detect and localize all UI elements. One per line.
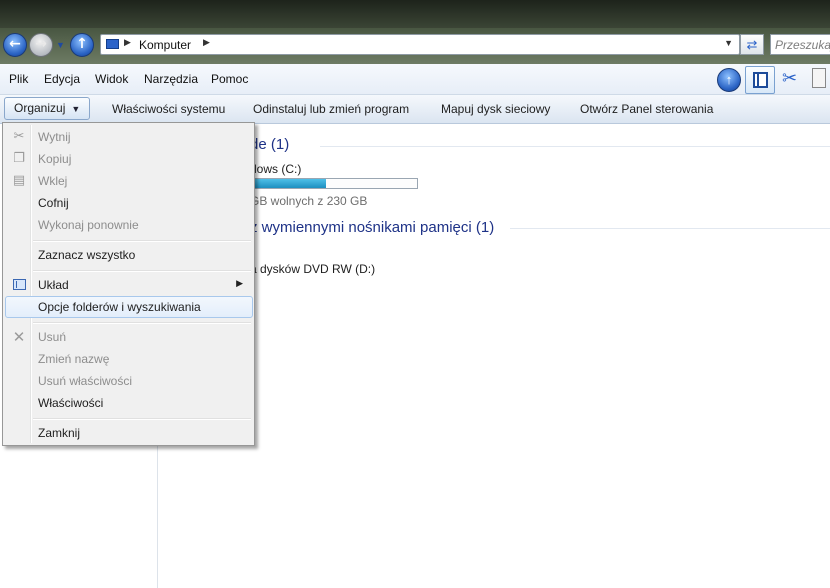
- uninstall-program-button[interactable]: Odinstaluj lub zmień program: [253, 102, 409, 116]
- copy-icon: ❐: [13, 151, 25, 166]
- preview-pane-button[interactable]: [745, 66, 775, 94]
- menu-item-cut[interactable]: ✂ Wytnij: [5, 126, 253, 148]
- computer-icon: [106, 39, 119, 49]
- removable-group-header[interactable]: z wymiennymi nośnikami pamięci (1): [250, 219, 494, 236]
- menu-item-delete[interactable]: ✕ Usuń: [5, 326, 253, 348]
- layout-icon: [13, 279, 26, 290]
- scissors-icon: ✂: [13, 129, 25, 144]
- menu-item-select-all[interactable]: Zaznacz wszystko: [5, 244, 253, 266]
- organize-menu: ✂ Wytnij ❐ Kopiuj ▤ Wklej Cofnij Wykonaj…: [2, 122, 255, 446]
- system-properties-button[interactable]: Właściwości systemu: [112, 102, 225, 116]
- up-arrow-icon[interactable]: ↑: [717, 68, 741, 92]
- drive-c-label[interactable]: dows (C:): [250, 162, 301, 176]
- menu-bar: Plik Edycja Widok Narzędzia Pomoc: [0, 64, 830, 95]
- hard-drives-group-header[interactable]: de (1): [250, 136, 289, 153]
- address-bar[interactable]: ▶ Komputer ▶ ▼: [100, 34, 740, 55]
- menu-help[interactable]: Pomoc: [211, 72, 248, 86]
- menu-item-properties[interactable]: Właściwości: [5, 392, 253, 414]
- menu-item-label: Wytnij: [38, 130, 71, 144]
- open-control-panel-button[interactable]: Otwórz Panel sterowania: [580, 102, 713, 116]
- menu-item-label: Usuń: [38, 330, 67, 344]
- breadcrumb-arrow-icon[interactable]: ▶: [124, 37, 131, 48]
- search-input[interactable]: Przeszukaj: [770, 34, 830, 55]
- map-network-drive-button[interactable]: Mapuj dysk sieciowy: [441, 102, 550, 116]
- menu-item-label: Opcje folderów i wyszukiwania: [38, 300, 201, 314]
- menu-item-remove-properties[interactable]: Usuń właściwości: [5, 370, 253, 392]
- menu-item-label: Kopiuj: [38, 152, 72, 166]
- menu-item-paste[interactable]: ▤ Wklej: [5, 170, 253, 192]
- menu-item-label: Układ: [38, 278, 69, 292]
- breadcrumb-computer[interactable]: Komputer: [139, 38, 191, 52]
- menu-item-label: Zamknij: [38, 426, 81, 440]
- delete-icon: ✕: [12, 328, 26, 346]
- drive-c-usage-bar: [250, 178, 418, 189]
- clipboard-icon: ▤: [12, 173, 26, 188]
- address-dropdown-icon[interactable]: ▼: [724, 38, 733, 48]
- group-divider: [510, 228, 830, 229]
- menu-item-rename[interactable]: Zmień nazwę: [5, 348, 253, 370]
- breadcrumb-arrow-icon[interactable]: ▶: [203, 37, 210, 48]
- menu-item-layout[interactable]: Układ ▶: [5, 274, 253, 296]
- menu-separator: [33, 240, 251, 242]
- menu-item-label: Zmień nazwę: [38, 352, 110, 366]
- menu-file[interactable]: Plik: [9, 72, 28, 86]
- menu-item-label: Wykonaj ponownie: [38, 218, 139, 232]
- drive-c-usage-fill: [251, 179, 326, 188]
- title-bar-background: [0, 0, 830, 28]
- back-button[interactable]: ←: [3, 33, 27, 57]
- menu-item-close[interactable]: Zamknij: [5, 422, 253, 444]
- refresh-button[interactable]: ⇄: [740, 34, 764, 55]
- menu-tools[interactable]: Narzędzia: [144, 72, 198, 86]
- menu-separator: [33, 322, 251, 324]
- menu-edit[interactable]: Edycja: [44, 72, 80, 86]
- menu-separator: [33, 270, 251, 272]
- up-level-button[interactable]: ↑: [70, 33, 94, 57]
- organize-label: Organizuj: [14, 101, 66, 115]
- history-dropdown-icon[interactable]: ▼: [56, 40, 66, 50]
- menu-item-undo[interactable]: Cofnij: [5, 192, 253, 214]
- copy-icon[interactable]: [812, 68, 826, 88]
- dvd-drive-label[interactable]: a dysków DVD RW (D:): [250, 262, 375, 276]
- pane-icon: [753, 72, 768, 88]
- chevron-down-icon: ▼: [71, 104, 81, 114]
- menu-item-redo[interactable]: Wykonaj ponownie: [5, 214, 253, 236]
- organize-button[interactable]: Organizuj ▼: [4, 97, 91, 120]
- menu-item-copy[interactable]: ❐ Kopiuj: [5, 148, 253, 170]
- menu-item-folder-options[interactable]: Opcje folderów i wyszukiwania: [5, 296, 253, 318]
- scissors-icon[interactable]: ✂: [782, 68, 797, 89]
- forward-button[interactable]: →: [29, 33, 53, 57]
- drive-c-free-space: GB wolnych z 230 GB: [250, 194, 368, 208]
- menu-separator: [33, 418, 251, 420]
- menu-item-label: Wklej: [38, 174, 68, 188]
- menu-item-label: Cofnij: [38, 196, 69, 210]
- submenu-arrow-icon: ▶: [236, 278, 243, 288]
- menu-view[interactable]: Widok: [95, 72, 128, 86]
- menu-item-label: Zaznacz wszystko: [38, 248, 136, 262]
- group-divider: [320, 146, 830, 147]
- command-bar: Organizuj ▼ Właściwości systemu Odinstalu…: [0, 95, 830, 124]
- menu-item-label: Usuń właściwości: [38, 374, 133, 388]
- menu-item-label: Właściwości: [38, 396, 104, 410]
